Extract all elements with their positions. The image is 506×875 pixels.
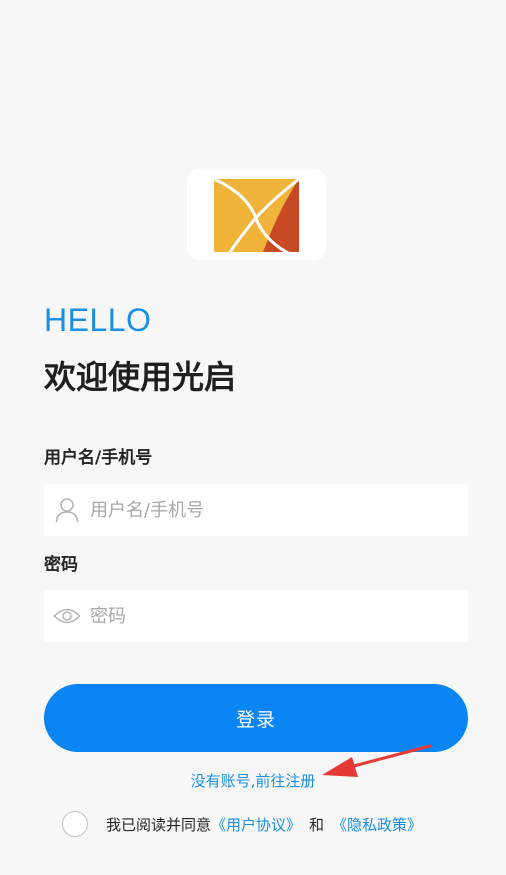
register-link[interactable]: 没有账号,前往注册 <box>0 770 506 792</box>
agreement-text: 我已阅读并同意 <box>106 815 212 834</box>
username-label: 用户名/手机号 <box>44 448 153 468</box>
hello-heading: HELLO <box>44 302 152 338</box>
password-label: 密码 <box>44 555 78 575</box>
agreement-checkbox[interactable] <box>62 811 88 837</box>
user-icon <box>44 484 90 536</box>
username-field-box <box>44 484 468 536</box>
login-button[interactable]: 登录 <box>44 684 468 752</box>
privacy-policy-link[interactable]: 《隐私政策》 <box>332 814 422 835</box>
password-input[interactable] <box>90 590 468 642</box>
password-field-box <box>44 590 468 642</box>
username-input[interactable] <box>90 484 468 536</box>
agreement-row: 我已阅读并同意 《用户协议》 和 《隐私政策》 <box>62 808 422 840</box>
eye-icon[interactable] <box>44 590 90 642</box>
user-agreement-link[interactable]: 《用户协议》 <box>211 814 301 835</box>
app-logo-icon <box>213 177 300 258</box>
app-logo <box>187 169 326 260</box>
agreement-and: 和 <box>309 815 325 834</box>
welcome-title: 欢迎使用光启 <box>44 358 237 396</box>
